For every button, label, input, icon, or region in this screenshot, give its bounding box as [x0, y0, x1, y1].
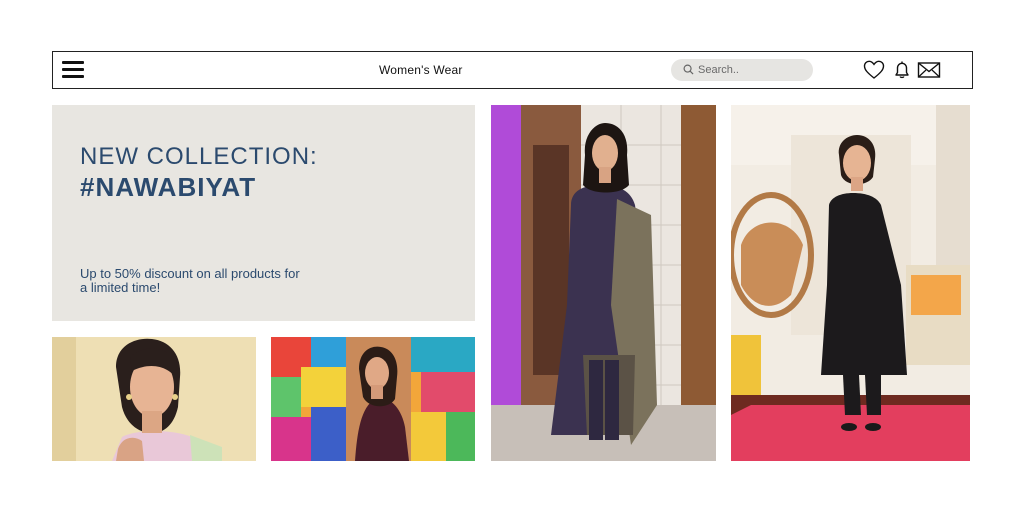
- top-nav-bar: Women's Wear: [52, 51, 973, 89]
- product-image-4[interactable]: [731, 105, 970, 461]
- collection-name: #NAWABIYAT: [80, 172, 257, 202]
- search-icon: [683, 64, 694, 75]
- product-image-1[interactable]: [52, 337, 256, 461]
- collection-heading: NEW COLLECTION:: [80, 143, 318, 170]
- product-image-3[interactable]: [491, 105, 716, 461]
- discount-text: Up to 50% discount on all products for a…: [80, 266, 300, 295]
- product-image-2[interactable]: [271, 337, 475, 461]
- hero-banner[interactable]: NEW COLLECTION: #NAWABIYAT Up to 50% dis…: [52, 105, 475, 321]
- search-bar[interactable]: [671, 59, 813, 81]
- envelope-icon[interactable]: [917, 60, 941, 80]
- page-title: Women's Wear: [379, 63, 463, 77]
- search-input[interactable]: [698, 61, 803, 79]
- bell-icon[interactable]: [891, 60, 913, 80]
- heart-icon[interactable]: [863, 60, 885, 80]
- hamburger-menu-icon[interactable]: [62, 60, 84, 80]
